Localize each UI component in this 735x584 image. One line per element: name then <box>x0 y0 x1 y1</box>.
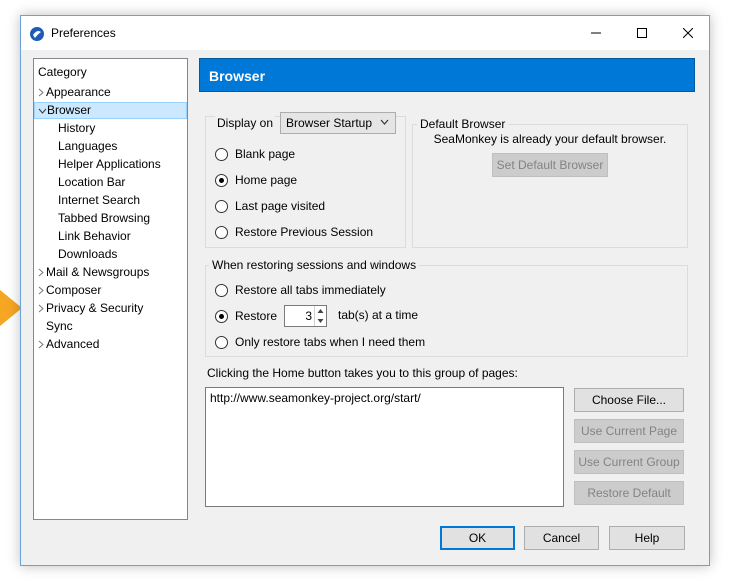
tree-item-location-bar[interactable]: Location Bar <box>58 174 125 191</box>
tree-item-label: Advanced <box>46 337 100 351</box>
maximize-button[interactable] <box>619 16 665 50</box>
restore-sessions-legend: When restoring sessions and windows <box>209 258 420 272</box>
chevron-right-icon[interactable] <box>37 300 45 317</box>
tree-item-label: Privacy & Security <box>46 301 144 315</box>
restore-count-suffix: tab(s) at a time <box>338 308 419 322</box>
choose-file-button[interactable]: Choose File... <box>574 388 684 412</box>
display-on-selected: Browser Startup <box>286 116 373 130</box>
radio-indicator[interactable] <box>215 335 228 349</box>
tree-item-languages[interactable]: Languages <box>58 138 117 155</box>
chevron-right-icon[interactable] <box>37 264 45 281</box>
home-pages-url: http://www.seamonkey-project.org/start/ <box>210 391 421 405</box>
default-browser-status: SeaMonkey is already your default browse… <box>433 132 667 146</box>
tree-item-internet-search[interactable]: Internet Search <box>58 192 140 209</box>
chevron-down-icon <box>380 119 389 125</box>
stepper-up-icon[interactable] <box>315 306 326 316</box>
radio-restore-all[interactable]: Restore all tabs immediately <box>215 282 386 298</box>
radio-home-page[interactable]: Home page <box>215 172 297 188</box>
radio-label: Restore <box>235 309 278 323</box>
tree-item-tabbed-browsing[interactable]: Tabbed Browsing <box>58 210 150 227</box>
panel-title: Browser <box>199 58 695 92</box>
stepper-arrows[interactable] <box>314 306 326 326</box>
tree-item-label: Mail & Newsgroups <box>46 265 150 279</box>
title-bar: Preferences <box>21 16 709 50</box>
restore-count-value: 3 <box>305 309 312 323</box>
use-current-page-button[interactable]: Use Current Page <box>574 419 684 443</box>
seamonkey-app-icon <box>30 27 44 41</box>
tree-item-label: Appearance <box>46 85 111 99</box>
set-default-browser-button[interactable]: Set Default Browser <box>492 153 608 177</box>
radio-indicator[interactable] <box>215 309 228 323</box>
radio-indicator[interactable] <box>215 173 228 187</box>
radio-blank-page[interactable]: Blank page <box>215 146 295 162</box>
radio-label: Last page visited <box>235 199 326 213</box>
restore-count-stepper[interactable]: 3 <box>284 305 327 327</box>
radio-label: Restore Previous Session <box>235 225 374 239</box>
maximize-icon <box>637 28 647 38</box>
minimize-button[interactable] <box>573 16 619 50</box>
radio-label: Blank page <box>235 147 296 161</box>
category-tree[interactable]: Category Appearance Browser History Lang… <box>33 58 188 520</box>
radio-label: Home page <box>235 173 298 187</box>
window-title: Preferences <box>51 26 116 40</box>
radio-label: Only restore tabs when I need them <box>235 335 426 349</box>
tree-item-label: Browser <box>47 103 92 117</box>
tree-item-sync[interactable]: Sync <box>46 318 73 335</box>
tree-item-downloads[interactable]: Downloads <box>58 246 117 263</box>
category-header: Category <box>38 65 87 79</box>
home-pages-label: Clicking the Home button takes you to th… <box>207 366 518 380</box>
tree-item-history[interactable]: History <box>58 120 95 137</box>
help-button[interactable]: Help <box>609 526 685 550</box>
radio-last-page-visited[interactable]: Last page visited <box>215 198 325 214</box>
radio-only-restore-when-needed[interactable]: Only restore tabs when I need them <box>215 334 425 350</box>
ok-button[interactable]: OK <box>440 526 515 550</box>
tree-item-helper-applications[interactable]: Helper Applications <box>58 156 161 173</box>
chevron-right-icon[interactable] <box>37 282 45 299</box>
close-button[interactable] <box>665 16 711 50</box>
stepper-down-icon[interactable] <box>315 316 326 326</box>
radio-restore-count[interactable]: Restore <box>215 308 277 324</box>
tree-item-browser[interactable]: Browser <box>34 102 187 119</box>
radio-indicator[interactable] <box>215 199 228 213</box>
radio-label: Restore all tabs immediately <box>235 283 386 297</box>
chevron-right-icon[interactable] <box>37 84 45 101</box>
radio-indicator[interactable] <box>215 225 228 239</box>
chevron-down-icon[interactable] <box>38 103 46 118</box>
pointer-arrow-icon <box>0 290 22 326</box>
default-browser-legend: Default Browser <box>417 117 509 131</box>
radio-indicator[interactable] <box>215 147 228 161</box>
display-on-label: Display on <box>215 116 276 130</box>
close-icon <box>683 28 693 38</box>
chevron-right-icon[interactable] <box>37 336 45 353</box>
tree-item-link-behavior[interactable]: Link Behavior <box>58 228 131 245</box>
tree-item-label: Composer <box>46 283 102 297</box>
home-pages-textarea[interactable]: http://www.seamonkey-project.org/start/ <box>205 387 564 507</box>
minimize-icon <box>591 32 601 34</box>
restore-default-button[interactable]: Restore Default <box>574 481 684 505</box>
cancel-button[interactable]: Cancel <box>524 526 599 550</box>
radio-indicator[interactable] <box>215 283 228 297</box>
preferences-window: Preferences Category Appearance Browser … <box>20 15 710 566</box>
radio-restore-previous-session[interactable]: Restore Previous Session <box>215 224 373 240</box>
use-current-group-button[interactable]: Use Current Group <box>574 450 684 474</box>
display-on-dropdown[interactable]: Browser Startup <box>280 112 396 134</box>
